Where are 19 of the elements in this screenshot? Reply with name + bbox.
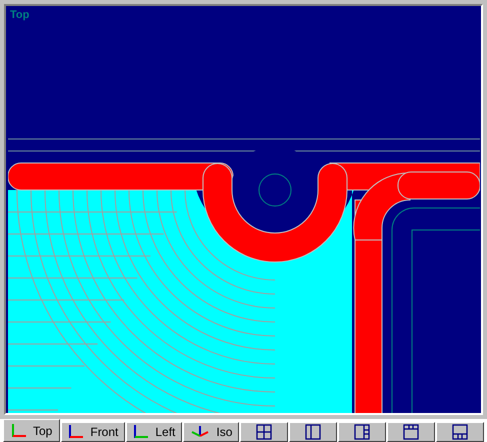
bottom-pane-icon [452, 424, 468, 440]
top-pane-icon [403, 424, 420, 440]
side-pane-icon [305, 424, 322, 440]
layout-tab[interactable] [436, 422, 484, 442]
side-pane-icon [354, 424, 370, 440]
view-tab[interactable]: Left [126, 422, 182, 442]
axes-icon [68, 425, 84, 439]
view-tab[interactable]: Iso [183, 422, 240, 442]
layout-tab[interactable] [240, 422, 288, 442]
axes-icon [133, 425, 150, 439]
axes-icon [190, 425, 210, 439]
view-tab[interactable]: Front [61, 422, 126, 442]
view-tab[interactable]: Top [3, 419, 60, 442]
layout-tab[interactable] [289, 422, 338, 442]
axes-icon [11, 424, 27, 438]
layout-tab[interactable] [387, 422, 436, 442]
four-panes-icon [256, 424, 272, 440]
view-label: Top [10, 9, 30, 21]
layout-tab[interactable] [338, 422, 386, 442]
